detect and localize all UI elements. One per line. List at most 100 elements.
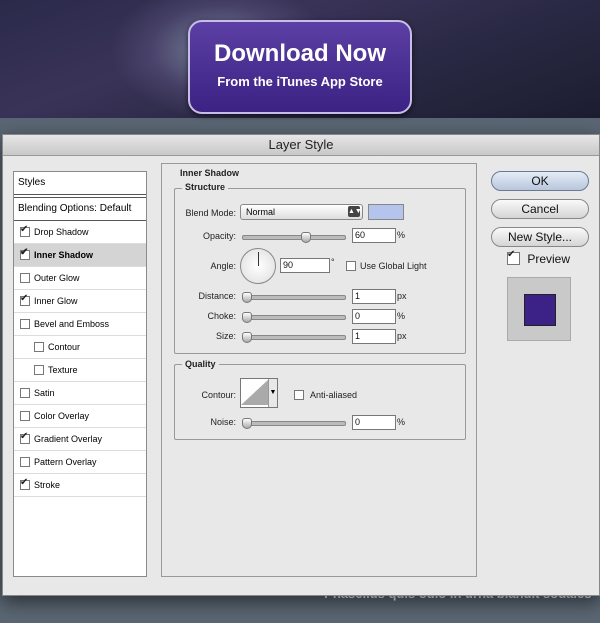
- style-item-label: Satin: [34, 388, 55, 398]
- preview-thumbnail: [507, 277, 571, 341]
- style-item-satin[interactable]: Satin: [14, 382, 146, 405]
- noise-slider[interactable]: [242, 418, 346, 429]
- style-item-bevel-and-emboss[interactable]: Bevel and Emboss: [14, 313, 146, 336]
- download-now-button[interactable]: Download Now From the iTunes App Store: [188, 20, 412, 114]
- noise-unit: %: [397, 417, 406, 427]
- shadow-color-swatch[interactable]: [368, 204, 404, 220]
- contour-curve-icon: [241, 379, 269, 405]
- choke-input[interactable]: 0: [352, 309, 396, 324]
- opacity-unit: %: [397, 230, 406, 240]
- global-light-checkbox[interactable]: [346, 261, 356, 271]
- opacity-slider[interactable]: [242, 232, 346, 243]
- anti-aliased-label: Anti-aliased: [310, 390, 358, 400]
- size-slider-knob[interactable]: [242, 332, 252, 343]
- contour-dropdown-icon[interactable]: ▼: [268, 379, 277, 407]
- preview-swatch: [524, 294, 556, 326]
- distance-input[interactable]: 1: [352, 289, 396, 304]
- inner-shadow-panel: Inner Shadow Structure Blend Mode: Norma…: [161, 163, 477, 577]
- style-item-label: Contour: [48, 342, 81, 352]
- style-item-label: Outer Glow: [34, 273, 80, 283]
- distance-slider-knob[interactable]: [242, 292, 252, 303]
- size-slider[interactable]: [242, 332, 346, 343]
- global-light-label: Use Global Light: [360, 261, 427, 271]
- style-item-checkbox[interactable]: [20, 272, 30, 283]
- size-label: Size:: [215, 331, 236, 341]
- choke-slider-knob[interactable]: [242, 312, 252, 323]
- dialog-title: Layer Style: [3, 135, 599, 156]
- style-item-color-overlay[interactable]: Color Overlay: [14, 405, 146, 428]
- choke-unit: %: [397, 311, 406, 321]
- style-item-label: Inner Shadow: [34, 250, 94, 260]
- style-item-label: Inner Glow: [34, 296, 78, 306]
- style-item-checkbox[interactable]: [20, 226, 30, 237]
- style-item-checkbox[interactable]: [20, 479, 30, 490]
- size-unit: px: [397, 331, 407, 341]
- layer-style-dialog: Layer Style Styles Blending Options: Def…: [2, 134, 600, 596]
- styles-list: Styles Blending Options: Default Drop Sh…: [13, 171, 147, 577]
- style-item-label: Color Overlay: [34, 411, 90, 421]
- style-item-checkbox[interactable]: [20, 456, 30, 467]
- ok-button[interactable]: OK: [491, 171, 589, 191]
- style-item-checkbox[interactable]: [20, 387, 30, 398]
- angle-needle: [258, 252, 259, 266]
- distance-unit: px: [397, 291, 407, 301]
- new-style-button[interactable]: New Style...: [491, 227, 589, 247]
- style-item-label: Bevel and Emboss: [34, 319, 110, 329]
- opacity-label: Opacity:: [202, 231, 236, 241]
- anti-aliased-checkbox[interactable]: [294, 390, 304, 400]
- distance-label: Distance:: [198, 291, 236, 301]
- style-item-checkbox[interactable]: [20, 249, 30, 260]
- angle-unit: °: [331, 257, 335, 267]
- contour-label: Contour:: [201, 390, 236, 400]
- style-item-stroke[interactable]: Stroke: [14, 474, 146, 497]
- choke-label: Choke:: [207, 311, 236, 321]
- style-item-label: Texture: [48, 365, 78, 375]
- style-item-contour[interactable]: Contour: [14, 336, 146, 359]
- opacity-input[interactable]: 60: [352, 228, 396, 243]
- style-item-label: Pattern Overlay: [34, 457, 97, 467]
- blend-mode-label: Blend Mode:: [185, 208, 236, 218]
- style-item-label: Gradient Overlay: [34, 434, 103, 444]
- styles-header[interactable]: Styles: [14, 172, 146, 195]
- cancel-button[interactable]: Cancel: [491, 199, 589, 219]
- quality-label: Quality: [182, 359, 219, 369]
- size-input[interactable]: 1: [352, 329, 396, 344]
- style-item-texture[interactable]: Texture: [14, 359, 146, 382]
- style-item-checkbox[interactable]: [20, 318, 30, 329]
- section-title: Inner Shadow: [180, 168, 240, 178]
- angle-label: Angle:: [210, 261, 236, 271]
- style-item-checkbox[interactable]: [20, 410, 30, 421]
- distance-slider[interactable]: [242, 292, 346, 303]
- style-item-label: Drop Shadow: [34, 227, 89, 237]
- style-item-checkbox[interactable]: [20, 295, 30, 306]
- noise-input[interactable]: 0: [352, 415, 396, 430]
- style-item-inner-glow[interactable]: Inner Glow: [14, 290, 146, 313]
- contour-picker[interactable]: ▼: [240, 378, 278, 408]
- style-item-gradient-overlay[interactable]: Gradient Overlay: [14, 428, 146, 451]
- style-item-pattern-overlay[interactable]: Pattern Overlay: [14, 451, 146, 474]
- preview-label: Preview: [527, 252, 571, 266]
- preview-row[interactable]: Preview: [507, 251, 571, 266]
- opacity-slider-knob[interactable]: [301, 232, 311, 243]
- download-title: Download Now: [214, 40, 386, 67]
- style-item-checkbox[interactable]: [34, 341, 44, 352]
- angle-input[interactable]: 90: [280, 258, 330, 273]
- download-subtitle: From the iTunes App Store: [217, 74, 383, 89]
- style-item-outer-glow[interactable]: Outer Glow: [14, 267, 146, 290]
- blending-options[interactable]: Blending Options: Default: [14, 197, 146, 221]
- structure-label: Structure: [182, 182, 229, 192]
- noise-label: Noise:: [210, 417, 236, 427]
- blend-mode-select[interactable]: Normal ▲▼: [240, 204, 363, 220]
- angle-dial[interactable]: [240, 248, 276, 284]
- style-item-inner-shadow[interactable]: Inner Shadow: [14, 244, 146, 267]
- select-arrows-icon: ▲▼: [348, 206, 362, 217]
- blend-mode-value: Normal: [246, 207, 276, 217]
- quality-group: [174, 364, 466, 440]
- style-item-checkbox[interactable]: [20, 433, 30, 444]
- choke-slider[interactable]: [242, 312, 346, 323]
- style-item-label: Stroke: [34, 480, 61, 490]
- style-item-drop-shadow[interactable]: Drop Shadow: [14, 221, 146, 244]
- preview-checkbox[interactable]: [507, 251, 520, 266]
- style-item-checkbox[interactable]: [34, 364, 44, 375]
- noise-slider-knob[interactable]: [242, 418, 252, 429]
